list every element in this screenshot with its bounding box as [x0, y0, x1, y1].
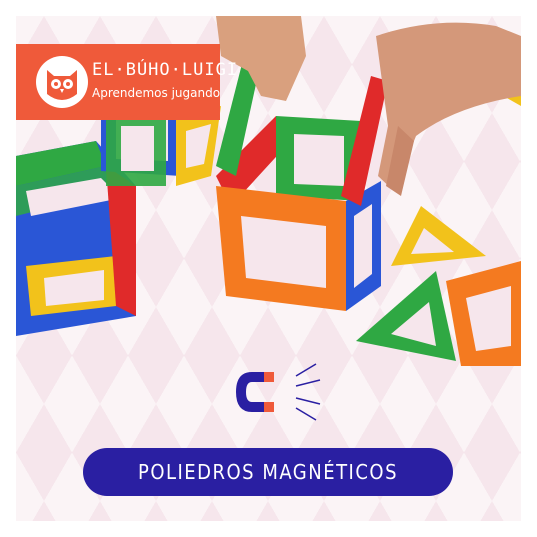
title-banner: POLIEDROS MAGNÉTICOS — [83, 448, 453, 496]
magnet-icon — [236, 363, 321, 421]
brand-name: EL·BÚHO·LUIGI — [92, 60, 239, 80]
post-card: EL·BÚHO·LUIGI Aprendemos jugando POLIEDR… — [16, 16, 521, 521]
brand-badge: EL·BÚHO·LUIGI Aprendemos jugando — [16, 44, 237, 120]
brand-tagline: Aprendemos jugando — [92, 86, 221, 100]
center-cube — [216, 56, 388, 311]
title-text: POLIEDROS MAGNÉTICOS — [137, 460, 399, 484]
owl-icon — [36, 56, 88, 108]
